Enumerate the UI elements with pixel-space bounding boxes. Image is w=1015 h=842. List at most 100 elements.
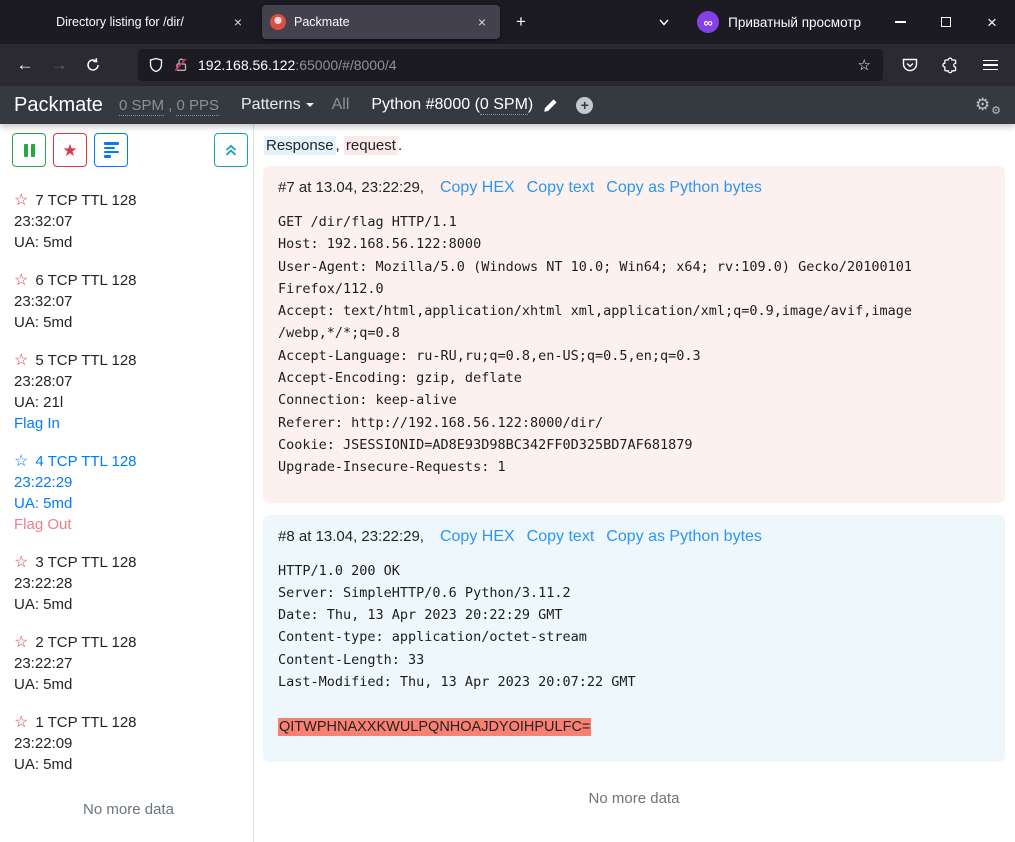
reload-icon bbox=[85, 57, 101, 73]
private-label: Приватный просмотр bbox=[728, 15, 861, 30]
stream-time: 23:28:07 bbox=[14, 371, 243, 392]
list-tabs-button[interactable] bbox=[649, 7, 679, 37]
copy-hex-link[interactable]: Copy HEX bbox=[440, 528, 515, 546]
legend-response: Response bbox=[264, 136, 336, 155]
traffic-stats: 0 SPM , 0 PPS bbox=[119, 97, 219, 114]
stream-item-3[interactable]: ☆3 TCP TTL 128 23:22:28 UA: 5md bbox=[14, 552, 243, 615]
browser-toolbar: ← → 192.168.56.122:65000/#/8000/4 ☆ bbox=[0, 44, 1015, 86]
copy-python-bytes-link[interactable]: Copy as Python bytes bbox=[606, 528, 762, 546]
stream-time: 23:22:09 bbox=[14, 733, 243, 754]
star-outline-icon[interactable]: ☆ bbox=[14, 555, 28, 571]
insecure-lock-icon[interactable] bbox=[173, 57, 189, 73]
stream-item-4-selected[interactable]: ☆4 TCP TTL 128 23:22:29 UA: 5md Flag Out bbox=[14, 451, 243, 535]
packet-id-timestamp: #8 at 13.04, 23:22:29, bbox=[278, 528, 424, 545]
stream-ua: UA: 5md bbox=[14, 312, 243, 333]
star-outline-icon[interactable]: ☆ bbox=[14, 193, 28, 209]
private-mask-icon: ∞ bbox=[697, 11, 719, 33]
sidebar-no-more-data: No more data bbox=[14, 801, 243, 818]
stream-item-1[interactable]: ☆1 TCP TTL 128 23:22:09 UA: 5md bbox=[14, 712, 243, 775]
tab-close-icon[interactable]: × bbox=[472, 12, 492, 32]
copy-python-bytes-link[interactable]: Copy as Python bytes bbox=[606, 179, 762, 197]
copy-text-link[interactable]: Copy text bbox=[527, 528, 595, 546]
gear-small-icon: ⚙ bbox=[991, 104, 1001, 117]
window-maximize-button[interactable] bbox=[923, 0, 969, 44]
settings-button[interactable]: ⚙ ⚙ bbox=[975, 94, 1001, 116]
back-button[interactable]: ← bbox=[8, 50, 42, 80]
stream-time: 23:22:28 bbox=[14, 573, 243, 594]
pencil-icon bbox=[543, 98, 558, 113]
stream-time: 23:32:07 bbox=[14, 211, 243, 232]
list-view-button[interactable] bbox=[94, 133, 128, 167]
pause-capture-button[interactable] bbox=[12, 133, 46, 167]
stream-time: 23:22:29 bbox=[14, 472, 243, 493]
stream-item-2[interactable]: ☆2 TCP TTL 128 23:22:27 UA: 5md bbox=[14, 632, 243, 695]
add-profile-button[interactable]: + bbox=[576, 97, 593, 114]
packet-card-7: #7 at 13.04, 23:22:29, Copy HEX Copy tex… bbox=[263, 166, 1005, 503]
window-minimize-button[interactable] bbox=[877, 0, 923, 44]
pps-counter: 0 PPS bbox=[176, 97, 219, 116]
star-outline-icon[interactable]: ☆ bbox=[14, 715, 28, 731]
stream-ua: UA: 5md bbox=[14, 594, 243, 615]
extensions-button[interactable] bbox=[933, 50, 967, 80]
packmate-favicon-icon bbox=[270, 14, 286, 30]
caret-down-icon bbox=[306, 103, 314, 107]
star-outline-icon[interactable]: ☆ bbox=[14, 454, 28, 470]
url-path: :65000/#/8000/4 bbox=[295, 57, 396, 73]
scroll-to-top-button[interactable] bbox=[214, 133, 248, 167]
stream-ua: UA: 5md bbox=[14, 674, 243, 695]
stream-time: 23:22:27 bbox=[14, 653, 243, 674]
legend-request: request bbox=[344, 136, 398, 155]
maximize-icon bbox=[941, 17, 951, 27]
favorites-filter-button[interactable]: ★ bbox=[53, 133, 87, 167]
copy-text-link[interactable]: Copy text bbox=[527, 179, 595, 197]
packet-body: GET /dir/flag HTTP/1.1 Host: 192.168.56.… bbox=[278, 211, 990, 479]
address-bar[interactable]: 192.168.56.122:65000/#/8000/4 ☆ bbox=[138, 49, 883, 81]
direction-legend: Response, request. bbox=[263, 137, 1005, 154]
star-outline-icon[interactable]: ☆ bbox=[14, 635, 28, 651]
close-icon: × bbox=[987, 14, 997, 31]
filter-all-link[interactable]: All bbox=[332, 96, 350, 114]
packet-panel: Response, request. #7 at 13.04, 23:22:29… bbox=[254, 124, 1015, 842]
packet-header: #8 at 13.04, 23:22:29, Copy HEX Copy tex… bbox=[278, 528, 990, 546]
stream-ua: UA: 5md bbox=[14, 493, 243, 514]
window-close-button[interactable]: × bbox=[969, 0, 1015, 44]
patterns-dropdown[interactable]: Patterns bbox=[241, 96, 314, 114]
forward-button[interactable]: → bbox=[42, 50, 76, 80]
packmate-navbar: Packmate 0 SPM , 0 PPS Patterns All Pyth… bbox=[0, 86, 1015, 124]
stream-item-7[interactable]: ☆7 TCP TTL 128 23:32:07 UA: 5md bbox=[14, 190, 243, 253]
copy-hex-link[interactable]: Copy HEX bbox=[440, 179, 515, 197]
edit-profile-button[interactable] bbox=[543, 98, 558, 113]
flag-out-badge: Flag Out bbox=[14, 514, 243, 535]
chevrons-up-icon bbox=[223, 142, 239, 158]
star-outline-icon[interactable]: ☆ bbox=[14, 353, 28, 369]
profile-spm-counter: 0 SPM bbox=[480, 96, 528, 115]
star-outline-icon[interactable]: ☆ bbox=[14, 273, 28, 289]
url-text[interactable]: 192.168.56.122:65000/#/8000/4 bbox=[198, 57, 847, 73]
packet-header: #7 at 13.04, 23:22:29, Copy HEX Copy tex… bbox=[278, 179, 990, 197]
new-tab-button[interactable]: + bbox=[506, 7, 536, 37]
bookmark-star-icon[interactable]: ☆ bbox=[856, 56, 873, 74]
private-browsing-badge: ∞ Приватный просмотр bbox=[697, 11, 861, 33]
tab-directory-listing[interactable]: Directory listing for /dir/ × bbox=[4, 5, 256, 39]
sidebar-toolbar: ★ bbox=[0, 133, 253, 167]
active-profile[interactable]: Python #8000 (0 SPM) bbox=[371, 96, 533, 114]
gear-icon: ⚙ bbox=[975, 95, 990, 115]
toolbar-right bbox=[893, 50, 1007, 80]
minimize-icon bbox=[895, 21, 906, 22]
reload-button[interactable] bbox=[76, 50, 110, 80]
app-menu-button[interactable] bbox=[973, 50, 1007, 80]
shield-permissions-icon[interactable] bbox=[148, 57, 164, 73]
app-brand[interactable]: Packmate bbox=[14, 94, 103, 117]
browser-tab-bar: Directory listing for /dir/ × Packmate ×… bbox=[0, 0, 1015, 44]
stream-item-5[interactable]: ☆5 TCP TTL 128 23:28:07 UA: 21l Flag In bbox=[14, 350, 243, 434]
stream-list: ☆7 TCP TTL 128 23:32:07 UA: 5md ☆6 TCP T… bbox=[0, 167, 253, 818]
main-no-more-data: No more data bbox=[263, 790, 1005, 807]
hamburger-icon bbox=[983, 60, 998, 71]
stream-item-6[interactable]: ☆6 TCP TTL 128 23:32:07 UA: 5md bbox=[14, 270, 243, 333]
pocket-button[interactable] bbox=[893, 50, 927, 80]
tab-packmate[interactable]: Packmate × bbox=[262, 5, 500, 39]
page-content: ★ ☆7 TCP TTL 128 23:32:07 UA: 5md ☆6 TCP… bbox=[0, 124, 1015, 842]
tab-close-icon[interactable]: × bbox=[228, 12, 248, 32]
stream-sidebar: ★ ☆7 TCP TTL 128 23:32:07 UA: 5md ☆6 TCP… bbox=[0, 124, 254, 842]
star-filled-icon: ★ bbox=[62, 142, 77, 159]
